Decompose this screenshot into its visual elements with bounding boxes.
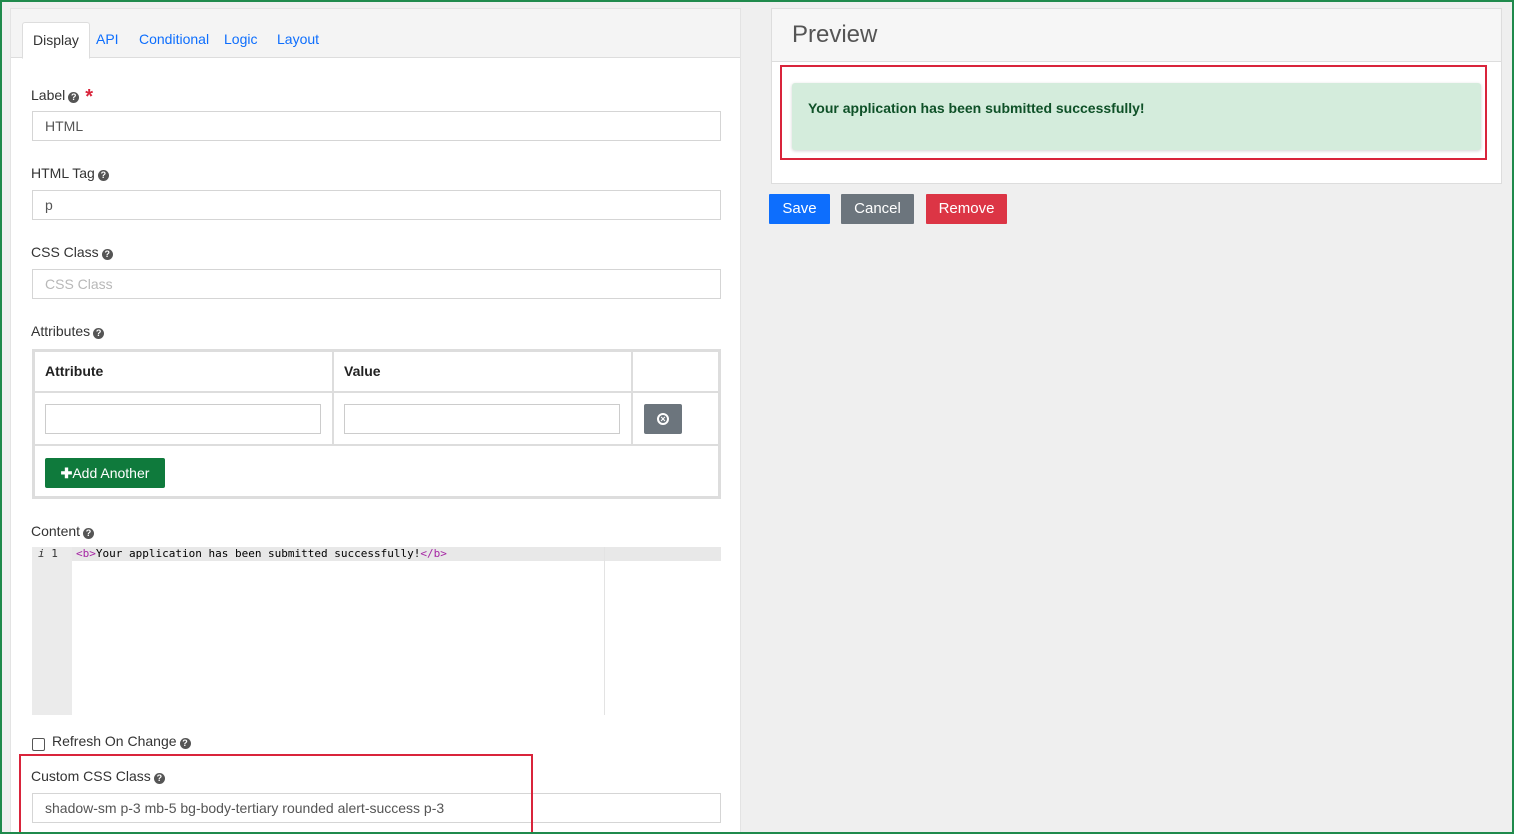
attribute-column-header: Attribute [34,351,333,392]
tab-display[interactable]: Display [22,22,90,59]
label-field-text: Label [31,87,66,103]
attributes-table: Attribute Value × ✚Add Another [32,349,721,499]
add-another-button[interactable]: ✚Add Another [45,458,165,488]
attributes-field-label: Attributes? [31,323,105,339]
value-column-header: Value [333,351,632,392]
actions-column-header [632,351,719,392]
editor-gutter [32,547,72,715]
attributes-field-text: Attributes [31,323,91,339]
content-field-label: Content? [31,523,95,539]
label-input[interactable]: HTML [32,111,721,141]
tab-conditional[interactable]: Conditional [129,22,219,58]
tab-layout[interactable]: Layout [267,22,329,58]
css-class-field-text: CSS Class [31,244,99,260]
refresh-field-label: Refresh On Change? [52,733,191,749]
html-tag-field-text: HTML Tag [31,165,95,181]
css-class-input[interactable]: CSS Class [32,269,721,299]
times-circle-icon: × [657,413,669,425]
save-button[interactable]: Save [769,194,830,224]
refresh-field-text: Refresh On Change [52,733,177,749]
plus-icon: ✚ [60,465,73,481]
question-circle-icon[interactable]: ? [179,738,191,749]
css-class-field-label: CSS Class? [31,244,113,260]
line-number-text: 1 [51,547,58,560]
open-tag: <b> [76,547,96,560]
label-field-label: Label? * [31,83,94,108]
question-circle-icon[interactable]: ? [97,170,109,181]
html-tag-field-label: HTML Tag? [31,165,109,181]
app-frame: Display API Conditional Logic Layout Lab… [0,0,1514,834]
add-another-label: Add Another [72,465,150,481]
code-text: Your application has been submitted succ… [95,547,421,560]
code-line: <b>Your application has been submitted s… [76,547,447,561]
tab-bar: Display API Conditional Logic Layout [11,9,740,59]
print-margin [604,547,605,715]
content-field-text: Content [31,523,81,539]
cancel-button[interactable]: Cancel [841,194,914,224]
value-input[interactable] [344,404,620,434]
preview-header: Preview [772,9,1501,62]
refresh-checkbox[interactable] [32,738,45,751]
preview-highlight [780,65,1487,160]
required-asterisk: * [85,86,94,108]
code-editor[interactable]: i 1 <b>Your application has been submitt… [32,547,721,715]
remove-button[interactable]: Remove [926,194,1007,224]
question-circle-icon[interactable]: ? [93,328,105,339]
question-circle-icon[interactable]: ? [68,92,80,103]
info-marker: i [38,547,45,560]
remove-row-button[interactable]: × [644,404,682,434]
question-circle-icon[interactable]: ? [83,528,95,539]
custom-css-highlight [19,754,533,832]
close-tag: </b> [420,547,447,560]
tab-api[interactable]: API [86,22,129,58]
preview-title: Preview [792,21,878,48]
question-circle-icon[interactable]: ? [101,249,113,260]
tab-logic[interactable]: Logic [214,22,267,58]
settings-panel: Display API Conditional Logic Layout Lab… [10,8,741,832]
line-number: i 1 [38,547,58,561]
html-tag-input[interactable]: p [32,190,721,220]
attribute-input[interactable] [45,404,321,434]
